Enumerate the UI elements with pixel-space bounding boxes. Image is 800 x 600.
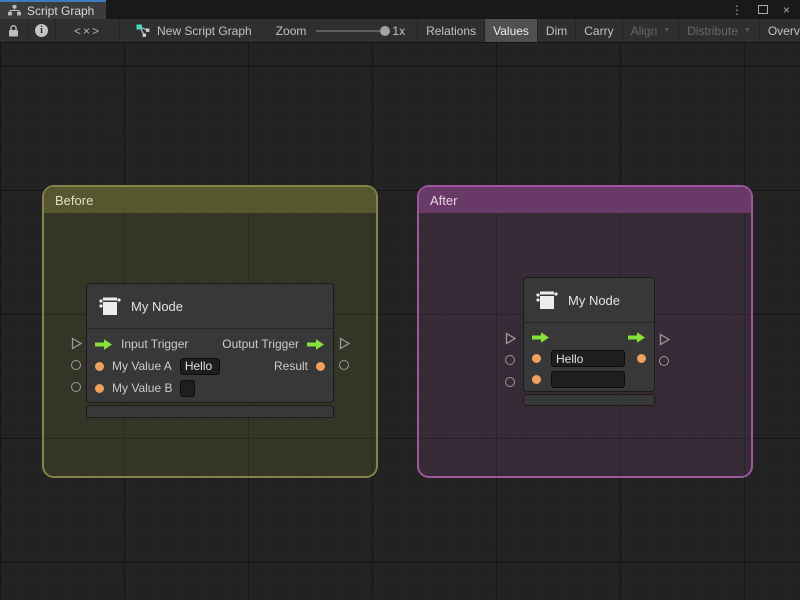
group-before-header[interactable]: Before: [44, 187, 376, 213]
node-header[interactable]: My Node: [87, 284, 333, 329]
graph-toolbar: i <×> New Script Graph Zoom 1x Relations: [0, 19, 800, 43]
script-graph-window: Script Graph ⋮ × i <×>: [0, 0, 800, 600]
overview-button[interactable]: Overview: [760, 19, 800, 42]
value-input-port-icon[interactable]: [95, 384, 104, 393]
external-flow-output-port[interactable]: [658, 333, 671, 346]
maximize-icon[interactable]: [758, 5, 768, 14]
external-flow-input-port[interactable]: [70, 337, 83, 350]
close-icon[interactable]: ×: [783, 3, 790, 17]
group-before-label: Before: [55, 193, 93, 208]
node-footer[interactable]: [523, 394, 655, 406]
external-value-port[interactable]: [659, 356, 669, 366]
lock-icon: [8, 25, 19, 37]
my-value-b-field[interactable]: [551, 371, 625, 388]
zoom-control: Zoom 1x: [276, 19, 405, 42]
chevron-down-icon: ▼: [744, 27, 751, 34]
external-value-port[interactable]: [505, 377, 515, 387]
trigger-row: [524, 327, 654, 348]
input-trigger-label: Input Trigger: [121, 337, 188, 351]
external-flow-input-port[interactable]: [504, 332, 517, 345]
zoom-label: Zoom: [276, 24, 307, 38]
new-graph-icon: [136, 24, 150, 37]
dim-label: Dim: [546, 24, 567, 38]
value-b-row: [524, 369, 654, 390]
align-label: Align: [631, 24, 658, 38]
graph-canvas[interactable]: Before After My Node: [0, 43, 800, 600]
node-ports: [524, 323, 654, 390]
result-label: Result: [274, 359, 308, 373]
info-button[interactable]: i: [28, 19, 56, 42]
group-after-header[interactable]: After: [419, 187, 751, 213]
carry-label: Carry: [584, 24, 613, 38]
code-icon: <×>: [74, 24, 101, 38]
values-button[interactable]: Values: [485, 19, 538, 42]
flow-input-port-icon[interactable]: [95, 339, 113, 350]
values-label: Values: [493, 24, 529, 38]
node-ports: Input Trigger Output Trigger My Value A …: [87, 329, 333, 399]
tab-script-graph[interactable]: Script Graph: [0, 0, 106, 19]
distribute-dropdown[interactable]: Distribute ▼: [679, 19, 760, 42]
external-value-port[interactable]: [339, 360, 349, 370]
group-after-label: After: [430, 193, 457, 208]
value-input-port-icon[interactable]: [95, 362, 104, 371]
flow-input-port-icon[interactable]: [532, 332, 550, 343]
value-b-row: My Value B: [87, 377, 333, 399]
new-graph-label: New Script Graph: [157, 24, 252, 38]
tab-label: Script Graph: [27, 4, 94, 18]
my-value-a-field[interactable]: [180, 358, 220, 375]
overview-label: Overview: [768, 24, 800, 38]
value-output-port-icon[interactable]: [637, 354, 646, 363]
output-trigger-label: Output Trigger: [222, 337, 299, 351]
my-value-b-label: My Value B: [112, 381, 172, 395]
info-icon: i: [35, 24, 48, 37]
lock-button[interactable]: [0, 19, 28, 42]
window-controls: ⋮ ×: [731, 0, 800, 19]
unit-node-icon: [97, 294, 122, 318]
node-footer[interactable]: [86, 405, 334, 418]
external-value-port[interactable]: [505, 355, 515, 365]
trigger-row: Input Trigger Output Trigger: [87, 333, 333, 355]
flow-output-port-icon[interactable]: [628, 332, 646, 343]
node-title: My Node: [568, 293, 620, 308]
align-dropdown[interactable]: Align ▼: [623, 19, 680, 42]
carry-button[interactable]: Carry: [576, 19, 622, 42]
flow-output-port-icon[interactable]: [307, 339, 325, 350]
node-header[interactable]: My Node: [524, 278, 654, 323]
new-script-graph-button[interactable]: New Script Graph: [126, 19, 262, 42]
relations-button[interactable]: Relations: [418, 19, 485, 42]
window-menu-icon[interactable]: ⋮: [731, 3, 743, 17]
tab-bar: Script Graph ⋮ ×: [0, 0, 800, 19]
zoom-slider-handle[interactable]: [380, 26, 390, 36]
external-value-port[interactable]: [71, 360, 81, 370]
my-value-b-field[interactable]: [180, 380, 195, 397]
node-my-node-after[interactable]: My Node: [523, 277, 655, 392]
value-a-row: [524, 348, 654, 369]
external-flow-output-port[interactable]: [338, 337, 351, 350]
my-value-a-field[interactable]: [551, 350, 625, 367]
distribute-label: Distribute: [687, 24, 738, 38]
relations-label: Relations: [426, 24, 476, 38]
value-output-port-icon[interactable]: [316, 362, 325, 371]
toolbar-toggles: Relations Values Dim Carry Align ▼ Distr…: [417, 19, 800, 42]
unit-node-icon: [534, 288, 559, 312]
external-value-port[interactable]: [71, 382, 81, 392]
zoom-slider[interactable]: [316, 30, 386, 32]
dim-button[interactable]: Dim: [538, 19, 576, 42]
node-my-node-before[interactable]: My Node Input Trigger Output Trigger: [86, 283, 334, 403]
my-value-a-label: My Value A: [112, 359, 172, 373]
chevron-down-icon: ▼: [663, 27, 670, 34]
zoom-value: 1x: [392, 24, 405, 38]
code-preview-button[interactable]: <×>: [56, 19, 120, 42]
value-a-row: My Value A Result: [87, 355, 333, 377]
value-input-port-icon[interactable]: [532, 375, 541, 384]
graph-hierarchy-icon: [8, 5, 21, 16]
node-title: My Node: [131, 299, 183, 314]
value-input-port-icon[interactable]: [532, 354, 541, 363]
